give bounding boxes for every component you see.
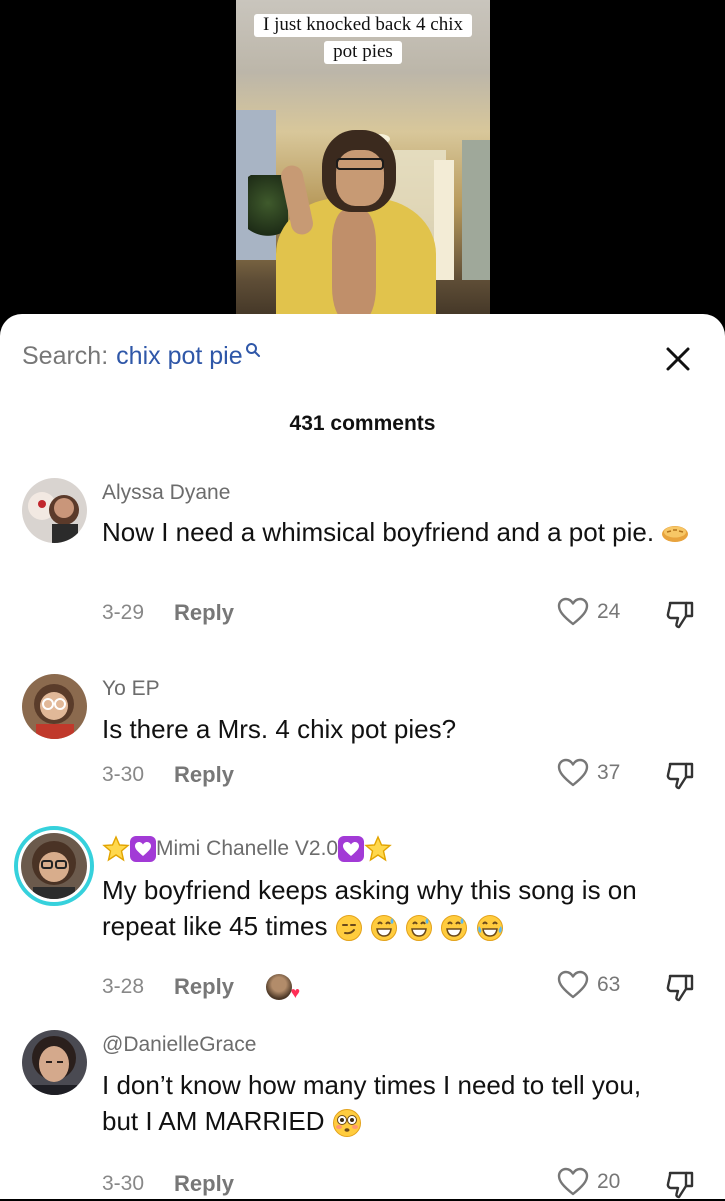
search-icon (245, 343, 260, 357)
heart-outline-icon (557, 758, 589, 787)
comment-text: I don’t know how many times I need to te… (102, 1067, 702, 1139)
comment-date: 3-30 (102, 763, 145, 786)
comment-username[interactable]: Mimi Chanelle V2.0 (156, 837, 338, 861)
comment-username[interactable]: Yo EP (102, 677, 160, 701)
search-label: Search: (22, 342, 109, 370)
comment-text-line2: repeat like 45 times (102, 911, 328, 941)
comments-sheet: Search: chix pot pie 431 comments Alyssa… (0, 314, 725, 1199)
comment-text-line1: My boyfriend keeps asking why this song … (102, 875, 637, 905)
thumbs-down-icon[interactable] (664, 972, 696, 1004)
like-count: 37 (597, 761, 621, 784)
like-count: 63 (597, 973, 621, 996)
comment-text: Is there a Mrs. 4 chix pot pies? (102, 714, 457, 744)
reply-button[interactable]: Reply (174, 600, 234, 626)
heart-outline-icon (557, 1167, 589, 1196)
comment-username[interactable]: Alyssa Dyane (102, 481, 230, 505)
video-caption-line2: pot pies (324, 41, 402, 64)
avatar[interactable] (22, 674, 87, 739)
like-button[interactable]: 20 (557, 1167, 620, 1197)
search-suggestion[interactable]: Search: chix pot pie (22, 342, 261, 371)
pie-emoji-icon (662, 526, 689, 543)
heart-outline-icon (557, 597, 589, 626)
search-term-link[interactable]: chix pot pie (116, 342, 242, 371)
video-scene-wall (462, 140, 490, 280)
comment-username[interactable]: @DanielleGrace (102, 1033, 256, 1057)
comment-meta: 3-29 Reply (102, 600, 234, 626)
like-button[interactable]: 63 (557, 970, 620, 1000)
comment-text: Now I need a whimsical boyfriend and a p… (102, 514, 702, 550)
avatar[interactable] (22, 478, 87, 543)
tears-of-joy-emoji-icon (476, 915, 503, 942)
video-person-chest (332, 210, 376, 320)
comment-date: 3-30 (102, 1172, 145, 1195)
comment-text: My boyfriend keeps asking why this song … (102, 872, 702, 944)
creator-liked-avatar: ♥ (265, 974, 300, 1002)
like-count: 24 (597, 600, 621, 623)
heart-outline-icon (557, 970, 589, 999)
close-icon[interactable] (664, 345, 692, 373)
comment-meta: 3-30 Reply (102, 762, 234, 788)
video-scene-curtain (434, 160, 454, 280)
thumbs-down-icon[interactable] (664, 760, 696, 792)
comment-meta: 3-28 Reply ♥ (102, 974, 300, 1002)
comment-text-body: Now I need a whimsical boyfriend and a p… (102, 517, 655, 547)
comment-meta: 3-30 Reply (102, 1171, 234, 1197)
comment-date: 3-29 (102, 601, 145, 624)
comment-date: 3-28 (102, 975, 145, 998)
thumbs-down-icon[interactable] (664, 1169, 696, 1201)
avatar[interactable] (22, 1030, 87, 1095)
star-emoji-icon (102, 835, 130, 862)
star-emoji-icon (364, 835, 392, 862)
comment-text-line1: I don’t know how many times I need to te… (102, 1070, 642, 1100)
reply-button[interactable]: Reply (174, 762, 234, 788)
comment-text-line2: but I AM MARRIED (102, 1106, 325, 1136)
thumbs-down-icon[interactable] (664, 599, 696, 631)
like-button[interactable]: 37 (557, 758, 620, 788)
grin-sweat-emoji-icon (406, 915, 433, 942)
like-button[interactable]: 24 (557, 597, 620, 627)
like-count: 20 (597, 1170, 621, 1193)
avatar-story-ring[interactable] (14, 826, 94, 906)
video-caption: I just knocked back 4 chix pot pies (242, 11, 484, 65)
avatar (21, 833, 87, 899)
video-person-glasses (336, 158, 384, 170)
video-caption-line1: I just knocked back 4 chix (254, 14, 472, 37)
flushed-emoji-icon (332, 1109, 361, 1138)
reply-button[interactable]: Reply (174, 974, 234, 1000)
reply-button[interactable]: Reply (174, 1171, 234, 1197)
comment-username-row: Mimi Chanelle V2.0 (102, 835, 392, 863)
purple-heart-emoji-icon (338, 836, 365, 862)
purple-heart-emoji-icon (130, 836, 156, 862)
grin-sweat-emoji-icon (370, 915, 397, 942)
smirk-emoji-icon (335, 915, 362, 942)
heart-icon: ♥ (290, 985, 300, 1002)
grin-sweat-emoji-icon (441, 915, 468, 942)
comment-count: 431 comments (289, 412, 436, 435)
